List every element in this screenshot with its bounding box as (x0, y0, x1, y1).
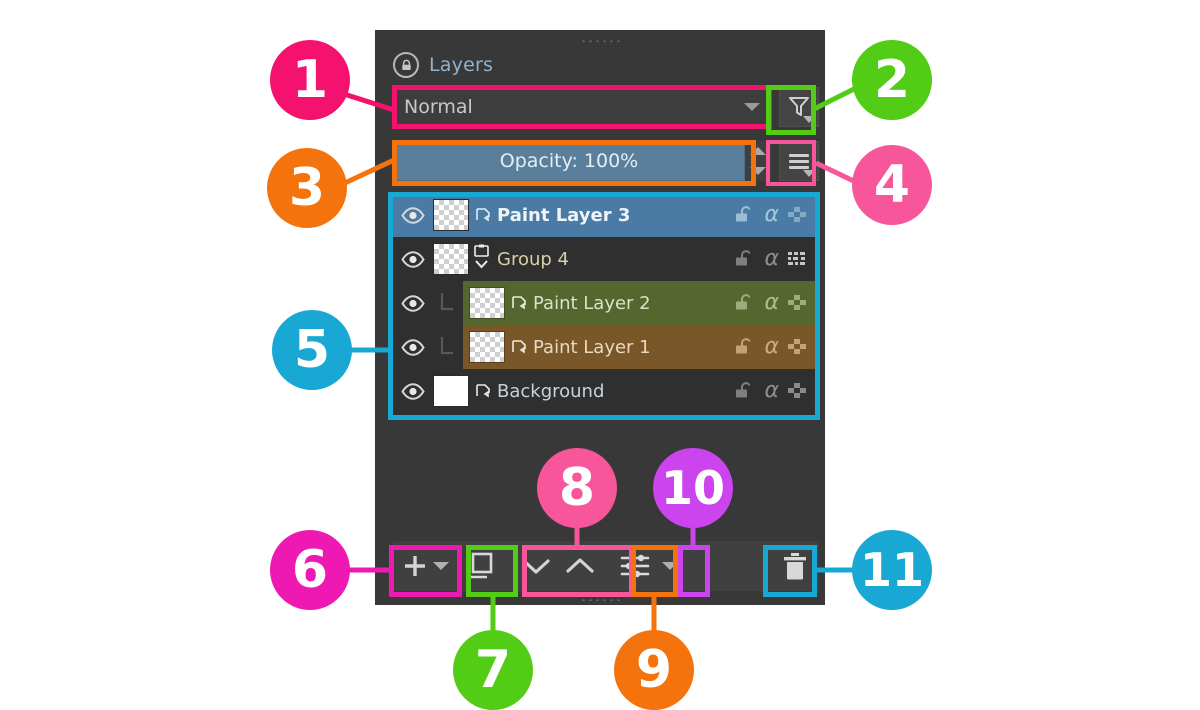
annotation-badge-4: 4 (852, 145, 932, 225)
annotation-badge-9: 9 (614, 630, 694, 710)
annotation-badge-3: 3 (267, 148, 347, 228)
annotation-badge-10: 10 (653, 448, 733, 528)
annotation-badge-2: 2 (852, 40, 932, 120)
annotation-badge-7: 7 (453, 630, 533, 710)
annotation-badge-8: 8 (537, 448, 617, 528)
annotation-badge-11: 11 (852, 530, 932, 610)
annotation-badge-1: 1 (270, 40, 350, 120)
annotation-badge-5: 5 (272, 310, 352, 390)
annotation-badge-6: 6 (270, 530, 350, 610)
leader-lines (324, 82, 864, 638)
